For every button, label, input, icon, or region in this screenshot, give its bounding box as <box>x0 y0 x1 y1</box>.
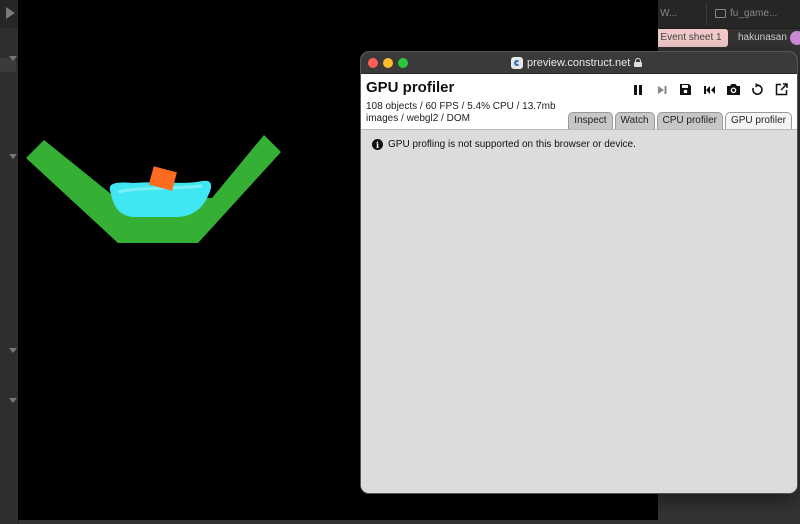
profiler-content: i GPU profling is not supported on this … <box>361 130 797 493</box>
popout-button[interactable] <box>772 80 791 99</box>
camera-icon <box>727 84 740 95</box>
close-window-button[interactable] <box>368 58 378 68</box>
construct-site-icon <box>511 56 523 69</box>
collapse-arrow-icon[interactable] <box>9 56 17 61</box>
renderer-info: images / webgl2 / DOM <box>366 113 470 124</box>
url-text: preview.construct.net <box>527 56 631 69</box>
tab-watch[interactable]: Watch <box>614 112 655 129</box>
info-icon: i <box>372 139 383 150</box>
preview-play-icon[interactable] <box>6 7 15 19</box>
popout-icon <box>775 83 788 96</box>
skip-back-icon <box>704 85 715 94</box>
pause-button[interactable] <box>628 80 647 99</box>
collapse-arrow-icon[interactable] <box>9 398 17 403</box>
debugger-toolbar <box>628 80 791 99</box>
url-display[interactable]: preview.construct.net <box>511 55 643 70</box>
event-sheet-tab[interactable]: Event sheet 1 <box>654 29 728 47</box>
minimize-window-button[interactable] <box>383 58 393 68</box>
pause-icon <box>633 84 642 95</box>
step-button[interactable] <box>652 80 671 99</box>
restart-icon <box>752 83 763 95</box>
screenshot-button[interactable] <box>724 80 743 99</box>
save-icon <box>680 84 691 95</box>
collapse-arrow-icon[interactable] <box>9 154 17 159</box>
collapse-arrow-icon[interactable] <box>9 348 17 353</box>
window-titlebar[interactable]: preview.construct.net <box>361 52 797 74</box>
page-title: GPU profiler <box>366 79 455 96</box>
debugger-tabs: Inspect Watch CPU profiler GPU profiler <box>568 112 792 129</box>
tab-inspect[interactable]: Inspect <box>568 112 613 129</box>
editor-tab[interactable]: fu_game... <box>706 3 800 25</box>
avatar[interactable] <box>790 31 800 45</box>
tab-cpu-profiler[interactable]: CPU profiler <box>656 112 723 129</box>
preview-browser-window: preview.construct.net GPU profiler 108 o… <box>361 52 797 493</box>
notice-text: GPU profling is not supported on this br… <box>388 139 636 150</box>
editor-tab-label: fu_game... <box>730 8 778 19</box>
step-forward-icon <box>657 85 666 94</box>
save-button[interactable] <box>676 80 695 99</box>
maximize-window-button[interactable] <box>398 58 408 68</box>
username[interactable]: hakunasan <box>738 29 787 47</box>
performance-stats: 108 objects / 60 FPS / 5.4% CPU / 13.7mb <box>366 101 556 112</box>
folder-icon <box>715 8 726 18</box>
unsupported-notice: i GPU profling is not supported on this … <box>372 139 636 150</box>
restart-button[interactable] <box>748 80 767 99</box>
tab-gpu-profiler[interactable]: GPU profiler <box>724 112 792 129</box>
restore-button[interactable] <box>700 80 719 99</box>
lock-icon <box>634 58 643 67</box>
editor-left-panel <box>0 28 19 524</box>
